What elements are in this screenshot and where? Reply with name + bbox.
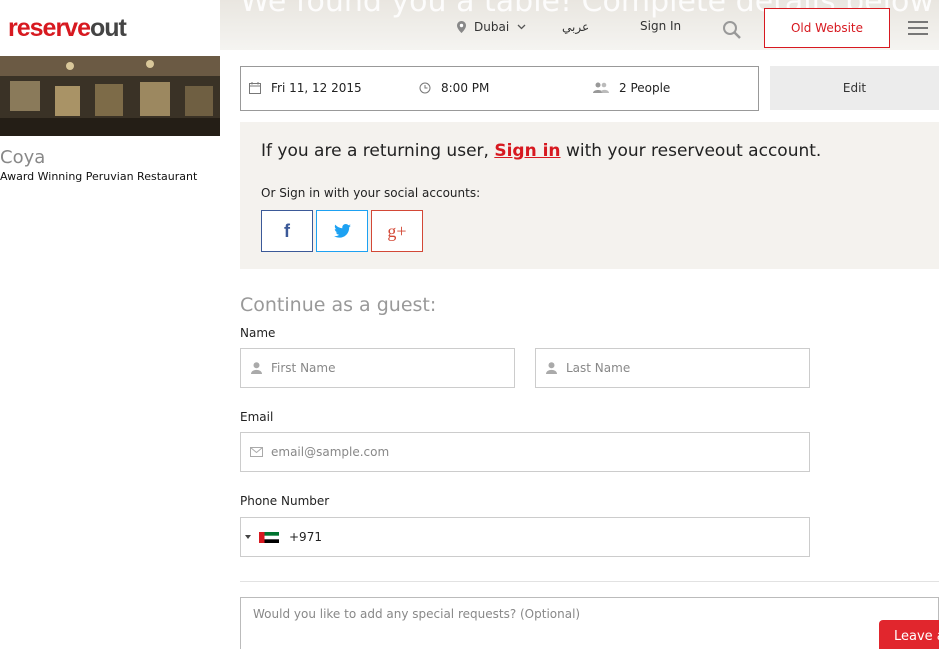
caret-down-icon [245, 535, 251, 539]
returning-suffix: with your reserveout account. [565, 141, 822, 161]
chevron-down-icon [517, 24, 526, 30]
google-plus-icon: g+ [387, 220, 407, 241]
last-name-placeholder: Last Name [566, 361, 631, 375]
envelope-icon [241, 447, 271, 457]
user-icon [241, 362, 271, 374]
returning-prefix: If you are a returning user, [261, 141, 489, 161]
header: We found you a table! Complete details b… [0, 0, 939, 56]
booking-summary: Fri 11, 12 2015 8:00 PM 2 People [240, 66, 759, 111]
header-sign-in-link[interactable]: Sign In [640, 19, 681, 33]
email-placeholder: email@sample.com [271, 445, 390, 459]
phone-input[interactable]: +971 [240, 517, 810, 557]
edit-booking-button[interactable]: Edit [770, 66, 939, 110]
city-selector[interactable]: Dubai [457, 20, 526, 34]
facebook-icon: f [284, 220, 290, 241]
restaurant-name: Coya [0, 147, 46, 168]
guest-section-title: Continue as a guest: [240, 294, 437, 316]
restaurant-photo [0, 56, 220, 136]
twitter-login-button[interactable] [316, 210, 368, 252]
country-dropdown[interactable] [241, 531, 289, 543]
location-pin-icon [457, 21, 466, 33]
sign-in-link[interactable]: Sign in [494, 141, 560, 161]
first-name-placeholder: First Name [271, 361, 336, 375]
last-name-input[interactable]: Last Name [535, 348, 810, 388]
returning-user-text: If you are a returning user, Sign in wit… [261, 141, 821, 161]
logo-grey-part: out [89, 14, 127, 42]
language-link[interactable]: عربي [562, 20, 589, 34]
divider [240, 581, 939, 582]
twitter-icon [333, 224, 351, 238]
logo[interactable]: reserveout [8, 14, 127, 43]
old-website-button[interactable]: Old Website [764, 8, 890, 48]
booking-date: Fri 11, 12 2015 [249, 81, 362, 95]
social-label: Or Sign in with your social accounts: [261, 186, 481, 200]
city-label: Dubai [474, 20, 510, 34]
search-icon[interactable] [722, 20, 742, 40]
user-icon [536, 362, 566, 374]
phone-country-code: +971 [289, 530, 322, 544]
returning-user-panel: If you are a returning user, Sign in wit… [240, 122, 939, 269]
email-input[interactable]: email@sample.com [240, 432, 810, 472]
restaurant-description: Award Winning Peruvian Restaurant [0, 170, 198, 183]
booking-date-value: Fri 11, 12 2015 [271, 81, 362, 95]
leave-feedback-button[interactable]: Leave a [879, 620, 939, 649]
people-icon [593, 82, 609, 93]
facebook-login-button[interactable]: f [261, 210, 313, 252]
booking-time-value: 8:00 PM [441, 81, 490, 95]
name-label: Name [240, 326, 276, 340]
logo-red-part: reserve [8, 14, 91, 42]
email-label: Email [240, 410, 274, 424]
booking-people: 2 People [593, 81, 670, 95]
clock-icon [419, 82, 431, 94]
hamburger-menu-icon[interactable] [908, 21, 928, 37]
phone-label: Phone Number [240, 494, 330, 508]
booking-time: 8:00 PM [419, 81, 489, 95]
uae-flag-icon [259, 531, 279, 543]
first-name-input[interactable]: First Name [240, 348, 515, 388]
special-requests-textarea[interactable]: Would you like to add any special reques… [240, 597, 939, 649]
booking-people-value: 2 People [619, 81, 671, 95]
google-plus-login-button[interactable]: g+ [371, 210, 423, 252]
calendar-icon [249, 82, 261, 94]
